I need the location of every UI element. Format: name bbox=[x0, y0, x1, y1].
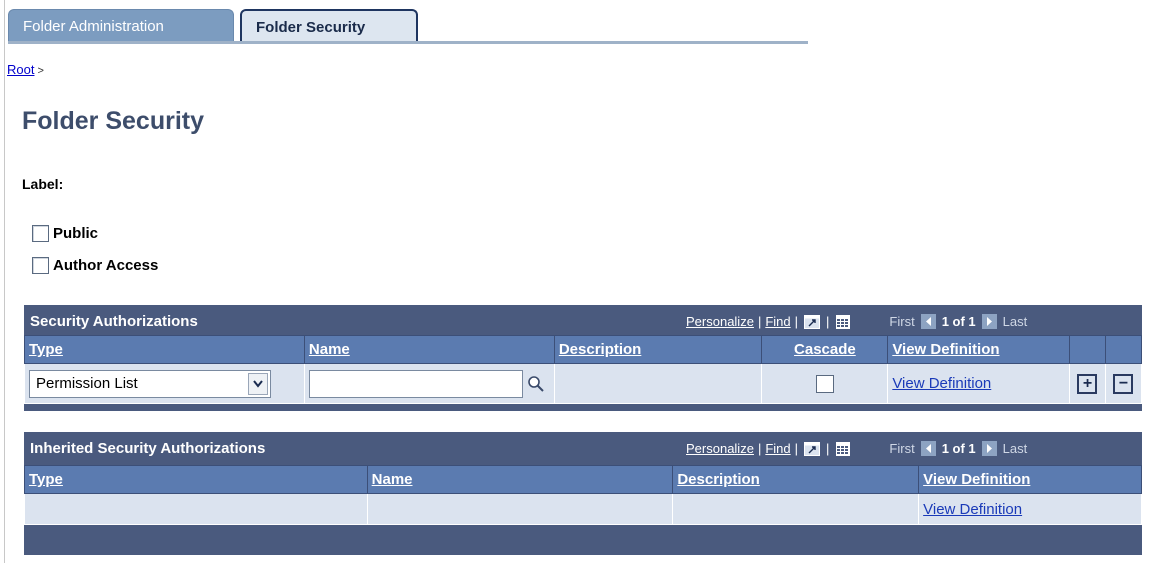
lookup-icon[interactable] bbox=[527, 375, 545, 393]
last-arrow-icon[interactable] bbox=[981, 314, 997, 329]
table-header-row: Type Name Description View Definition bbox=[24, 465, 1142, 494]
label-heading: Label: bbox=[22, 176, 64, 192]
toolbar-separator: | bbox=[757, 314, 762, 329]
column-header-view-definition[interactable]: View Definition bbox=[918, 465, 1142, 494]
column-header-cascade[interactable]: Cascade bbox=[761, 335, 889, 364]
breadcrumb: Root > bbox=[7, 62, 44, 77]
name-cell bbox=[366, 493, 674, 525]
table-row: Permission List View Definition + − bbox=[24, 363, 1143, 404]
breadcrumb-separator: > bbox=[37, 65, 44, 77]
author-access-checkbox-label: Author Access bbox=[53, 257, 159, 274]
grid-toolbar: Personalize | Find | | First 1 of 1 Last bbox=[686, 441, 1027, 456]
column-header-name[interactable]: Name bbox=[366, 465, 674, 494]
toolbar-separator: | bbox=[757, 441, 762, 456]
description-cell bbox=[672, 493, 920, 525]
add-row-cell: + bbox=[1069, 363, 1106, 404]
column-header-view-definition[interactable]: View Definition bbox=[887, 335, 1070, 364]
cascade-checkbox[interactable] bbox=[815, 374, 834, 393]
view-definition-cell: View Definition bbox=[887, 363, 1070, 404]
toolbar-separator: | bbox=[794, 441, 799, 456]
toolbar-separator: | bbox=[826, 314, 830, 329]
toolbar-separator: | bbox=[794, 314, 799, 329]
last-arrow-icon[interactable] bbox=[981, 441, 997, 456]
name-cell bbox=[303, 363, 555, 404]
zoom-icon[interactable] bbox=[804, 441, 821, 456]
table-row: View Definition bbox=[24, 493, 1142, 525]
add-row-icon[interactable]: + bbox=[1077, 373, 1098, 394]
page-left-border bbox=[4, 0, 5, 563]
find-link[interactable]: Find bbox=[765, 441, 790, 456]
column-header-description[interactable]: Description bbox=[672, 465, 920, 494]
column-header-description[interactable]: Description bbox=[553, 335, 763, 364]
grid-toolbar: Personalize | Find | | First 1 of 1 Last bbox=[686, 314, 1027, 329]
cascade-cell bbox=[761, 363, 889, 404]
download-icon[interactable] bbox=[835, 441, 851, 456]
first-arrow-icon[interactable] bbox=[920, 314, 936, 329]
grid-title: Inherited Security Authorizations bbox=[30, 440, 266, 457]
public-checkbox[interactable] bbox=[32, 225, 49, 242]
tab-bar: Folder Administration Folder Security bbox=[8, 9, 808, 45]
column-header-name[interactable]: Name bbox=[303, 335, 555, 364]
first-arrow-icon[interactable] bbox=[920, 441, 936, 456]
grid-footer bbox=[24, 527, 1142, 555]
tab-folder-administration[interactable]: Folder Administration bbox=[8, 9, 234, 42]
tab-underline bbox=[8, 41, 808, 44]
author-access-checkbox-row: Author Access bbox=[32, 257, 158, 274]
find-link[interactable]: Find bbox=[765, 314, 790, 329]
toolbar-separator: | bbox=[826, 441, 830, 456]
delete-row-cell: − bbox=[1104, 363, 1143, 404]
personalize-link[interactable]: Personalize bbox=[686, 314, 754, 329]
row-count: 1 of 1 bbox=[941, 441, 976, 456]
nav-last-label: Last bbox=[1002, 314, 1028, 329]
view-definition-link[interactable]: View Definition bbox=[892, 375, 991, 392]
type-select[interactable]: Permission List bbox=[29, 369, 271, 398]
security-table: Type Name Description Cascade View Defin… bbox=[24, 335, 1143, 404]
column-header-add bbox=[1069, 335, 1106, 364]
column-header-type[interactable]: Type bbox=[24, 335, 305, 364]
name-input[interactable] bbox=[308, 369, 523, 398]
view-definition-cell: View Definition bbox=[918, 493, 1142, 525]
grid-header: Security Authorizations Personalize | Fi… bbox=[24, 305, 1142, 335]
zoom-icon[interactable] bbox=[804, 314, 821, 329]
public-checkbox-label: Public bbox=[53, 225, 99, 242]
delete-row-icon[interactable]: − bbox=[1113, 373, 1134, 394]
inherited-security-authorizations-grid: Inherited Security Authorizations Person… bbox=[24, 432, 1142, 555]
breadcrumb-root-link[interactable]: Root bbox=[7, 62, 34, 77]
download-icon[interactable] bbox=[835, 314, 851, 329]
view-definition-link[interactable]: View Definition bbox=[923, 501, 1022, 518]
page-title: Folder Security bbox=[22, 107, 204, 135]
table-header-row: Type Name Description Cascade View Defin… bbox=[24, 335, 1143, 364]
author-access-checkbox[interactable] bbox=[32, 257, 49, 274]
security-authorizations-grid: Security Authorizations Personalize | Fi… bbox=[24, 305, 1143, 411]
type-cell bbox=[24, 493, 368, 525]
inherited-table: Type Name Description View Definition Vi… bbox=[24, 465, 1142, 525]
grid-header: Inherited Security Authorizations Person… bbox=[24, 432, 1142, 462]
nav-first-label: First bbox=[889, 314, 915, 329]
nav-last-label: Last bbox=[1002, 441, 1028, 456]
tab-folder-security[interactable]: Folder Security bbox=[240, 9, 418, 42]
row-count: 1 of 1 bbox=[941, 314, 976, 329]
column-header-delete bbox=[1104, 335, 1143, 364]
type-cell: Permission List bbox=[24, 363, 305, 404]
public-checkbox-row: Public bbox=[32, 225, 98, 242]
personalize-link[interactable]: Personalize bbox=[686, 441, 754, 456]
nav-first-label: First bbox=[889, 441, 915, 456]
grid-title: Security Authorizations bbox=[30, 313, 198, 330]
column-header-type[interactable]: Type bbox=[24, 465, 368, 494]
type-select-value: Permission List bbox=[36, 375, 138, 392]
dropdown-icon[interactable] bbox=[248, 372, 268, 395]
description-cell bbox=[553, 363, 763, 404]
